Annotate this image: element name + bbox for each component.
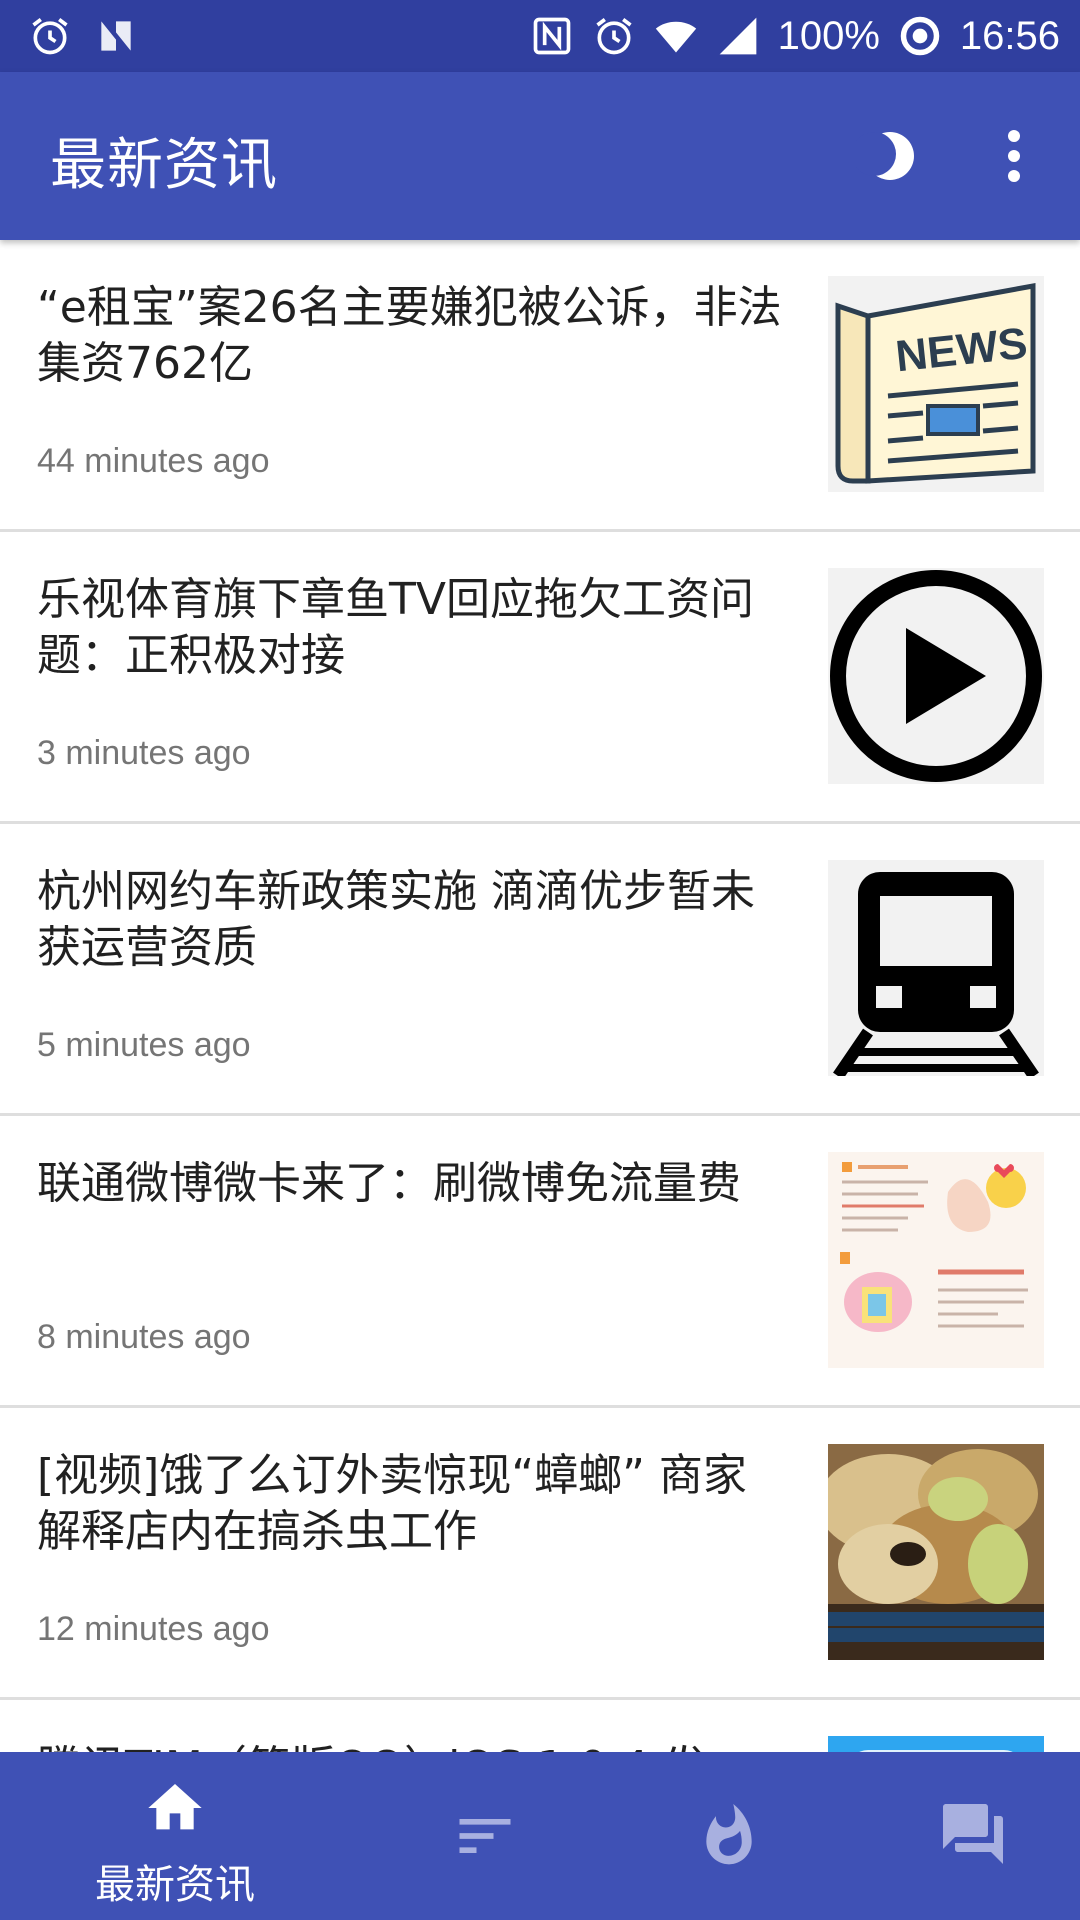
news-list[interactable]: “e租宝”案26名主要嫌犯被公诉，非法集资762亿 44 minutes ago… <box>0 240 1080 1752</box>
nav-label: 最新资讯 <box>95 1862 255 1908</box>
home-icon <box>148 1784 202 1830</box>
news-item[interactable]: 杭州网约车新政策实施 滴滴优步暂未获运营资质 5 minutes ago <box>0 824 1080 1116</box>
promo-image <box>828 1152 1044 1368</box>
alarm-icon <box>32 18 68 55</box>
clock: 16:56 <box>959 13 1060 58</box>
nfc-icon <box>533 17 570 55</box>
app-bar: 最新资讯 <box>0 72 1080 240</box>
news-title: 杭州网约车新政策实施 滴滴优步暂未获运营资质 <box>37 866 755 973</box>
blue-image <box>828 1736 1044 1752</box>
news-thumbnail <box>828 1736 1044 1752</box>
news-title: 联通微博微卡来了：刷微博免流量费 <box>37 1158 741 1209</box>
newspaper-icon: NEWS <box>828 276 1044 492</box>
news-title: “e租宝”案26名主要嫌犯被公诉，非法集资762亿 <box>37 282 782 389</box>
wifi-icon <box>655 21 696 53</box>
news-title: 腾讯TIM（简版QQ）iOS 1.0.4 发 <box>37 1740 782 1752</box>
news-title: [视频]饿了么订外卖惊现“蟑螂” 商家解释店内在搞杀虫工作 <box>37 1450 747 1557</box>
food-photo <box>828 1444 1044 1660</box>
more-vert-icon[interactable] <box>986 124 1042 188</box>
news-thumbnail: NEWS <box>828 276 1044 492</box>
news-time: 5 minutes ago <box>37 1026 251 1064</box>
news-item[interactable]: [视频]饿了么订外卖惊现“蟑螂” 商家解释店内在搞杀虫工作 12 minutes… <box>0 1408 1080 1700</box>
fire-icon <box>706 1803 752 1865</box>
nav-item-latest[interactable]: 最新资讯 <box>40 1752 310 1920</box>
news-title: 乐视体育旗下章鱼TV回应拖欠工资问题：正积极对接 <box>37 574 754 681</box>
news-item[interactable]: 联通微博微卡来了：刷微博免流量费 8 minutes ago <box>0 1116 1080 1408</box>
news-time: 3 minutes ago <box>37 734 251 772</box>
sort-icon <box>459 1819 511 1853</box>
moon-icon[interactable] <box>856 124 920 188</box>
news-thumbnail <box>828 1444 1044 1660</box>
alarm-icon-right <box>595 18 632 55</box>
news-time: 8 minutes ago <box>37 1318 251 1356</box>
news-time: 12 minutes ago <box>37 1610 270 1648</box>
news-thumbnail <box>828 860 1044 1076</box>
news-item[interactable]: “e租宝”案26名主要嫌犯被公诉，非法集资762亿 44 minutes ago… <box>0 240 1080 532</box>
train-icon <box>828 860 1044 1076</box>
news-time: 44 minutes ago <box>37 442 270 480</box>
nav-item-hot[interactable] <box>594 1752 864 1920</box>
battery-circle-icon <box>900 16 940 56</box>
nfc-app-icon <box>101 21 131 51</box>
news-item[interactable]: 乐视体育旗下章鱼TV回应拖欠工资问题：正积极对接 3 minutes ago <box>0 532 1080 824</box>
bottom-nav: 最新资讯 <box>0 1752 1080 1920</box>
news-thumbnail <box>828 1152 1044 1368</box>
battery-percent: 100% <box>777 13 880 58</box>
page-title: 最新资讯 <box>50 133 278 198</box>
play-circle-icon <box>828 568 1044 784</box>
nav-item-chat[interactable] <box>838 1752 1080 1920</box>
signal-icon <box>719 17 756 55</box>
nav-item-sort[interactable] <box>350 1752 620 1920</box>
status-bar: 100% 16:56 <box>0 0 1080 72</box>
news-thumbnail <box>828 568 1044 784</box>
news-item[interactable]: 腾讯TIM（简版QQ）iOS 1.0.4 发 <box>0 1700 1080 1752</box>
chat-icon <box>943 1804 1003 1864</box>
